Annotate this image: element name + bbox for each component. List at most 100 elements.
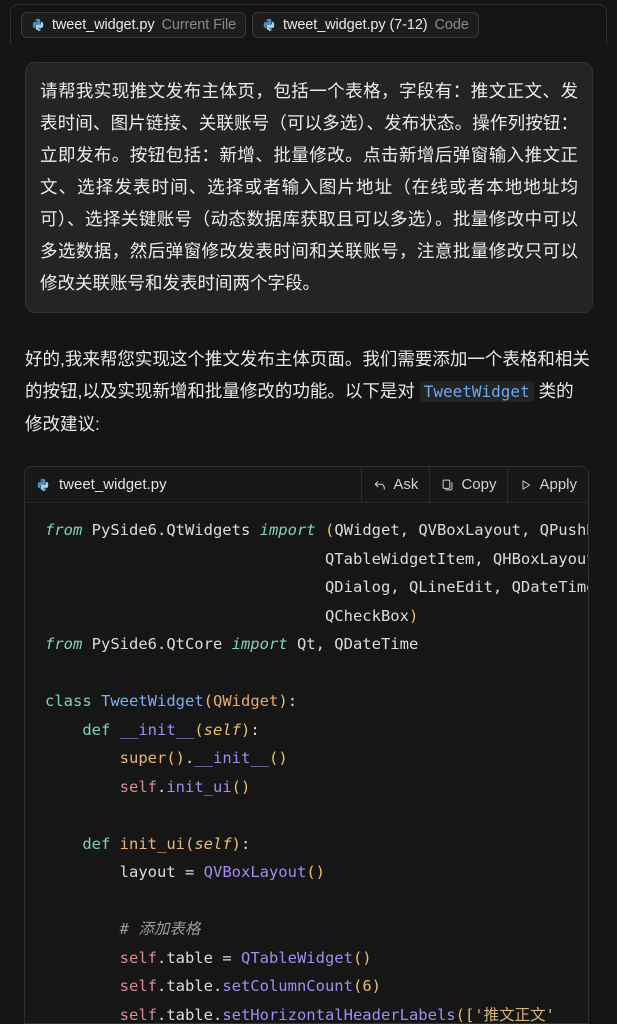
code-token: __init__ [119,720,195,739]
code-token: () [352,948,372,967]
code-token: () [269,749,288,767]
code-line: QCheckBox) [25,602,588,631]
python-file-icon [31,18,45,32]
code-token: init_ui [166,777,232,796]
code-block-card: tweet_widget.py Ask Copy Apply from PySi… [24,466,589,1024]
code-line: QTableWidgetItem, QHBoxLayout, QHeaderVi… [25,545,588,574]
play-triangle-icon [519,478,533,492]
code-line: from PySide6.QtCore import Qt, QDateTime [25,630,588,659]
code-token: . [156,777,167,796]
code-block-body[interactable]: from PySide6.QtWidgets import ( QWidget, … [25,503,588,1023]
code-token: ) [408,606,419,625]
code-token: : [250,720,260,739]
code-token: TweetWidget [101,692,204,710]
apply-button-label: Apply [539,476,577,493]
code-token: ( [352,977,363,995]
inline-code-tweetwidget: TweetWidget [419,381,534,402]
chat-panel: tweet_widget.py Current File tweet_widge… [0,0,617,1024]
arrow-undo-icon [373,478,387,492]
code-block-header: tweet_widget.py Ask Copy Apply [25,467,588,503]
code-line: from PySide6.QtWidgets import (QWidget, … [25,516,588,545]
code-token: = [184,863,204,881]
code-token: __init__ [194,749,269,767]
code-token: ) [241,720,251,739]
code-token: () [306,863,325,881]
code-token: from [45,635,83,653]
code-token: ([ [455,1005,475,1024]
code-token: QDialog, QLineEdit, QDateTimeEdit, QComb… [324,578,588,596]
code-token: = [222,948,241,967]
apply-button[interactable]: Apply [507,467,588,502]
code-token: QTableWidget [240,948,353,967]
user-message-bubble: 请帮我实现推文发布主体页，包括一个表格，字段有：推文正文、发表时间、图片链接、关… [25,62,593,313]
code-token: init_ui [119,834,185,853]
context-chip-name: tweet_widget.py (7-12) [283,16,428,33]
code-token: '推文正文' [474,1005,555,1024]
code-token: . [185,749,195,767]
copy-button[interactable]: Copy [429,467,507,502]
code-token: QWidget, QVBoxLayout, QPushButton, QTabl… [334,521,588,539]
code-token: PySide6.QtWidgets [82,521,260,539]
code-line: # 添加表格 [25,915,588,944]
code-line: self.table.setColumnCount(6) [25,972,588,1001]
assistant-message: 好的,我来帮您实现这个推文发布主体页面。我们需要添加一个表格和相关的按钮,以及实… [25,343,591,440]
code-token: setHorizontalHeaderLabels [222,1005,456,1024]
code-token: : [241,834,251,853]
ask-button-label: Ask [393,476,419,493]
code-token: .table [156,948,223,967]
context-chip-current-file[interactable]: tweet_widget.py Current File [21,11,247,38]
user-message-text: 请帮我实现推文发布主体页，包括一个表格，字段有：推文正文、发表时间、图片链接、关… [40,81,578,293]
context-chips-bar: tweet_widget.py Current File tweet_widge… [10,4,607,44]
code-token: : [287,692,298,710]
code-token: .table. [156,977,223,995]
context-chip-kind: Current File [161,16,237,33]
code-token: import [259,521,316,539]
code-block-filename-group[interactable]: tweet_widget.py [25,467,361,502]
code-token: setColumnCount [222,977,353,995]
copy-button-label: Copy [461,476,497,493]
code-token: QTableWidgetItem, QHBoxLayout, QHeaderVi… [324,549,588,568]
code-token: ( [194,720,204,739]
code-token: def [82,720,111,739]
code-line: self.table.setHorizontalHeaderLabels(['推… [25,1001,588,1024]
code-line: def __init__(self): [25,716,588,745]
code-token: ) [231,834,242,853]
code-line: class TweetWidget(QWidget): [25,687,588,716]
code-line: super().__init__() [25,744,588,773]
context-chip-code-selection[interactable]: tweet_widget.py (7-12) Code [252,11,479,38]
code-token: ( [203,692,214,710]
context-chip-kind: Code [434,16,469,33]
code-token: self [203,720,241,739]
code-token: QCheckBox [45,606,409,625]
code-token: PySide6.QtCore [82,635,232,653]
code-token: () [231,777,251,796]
code-line: self.table = QTableWidget() [25,944,588,973]
code-token: # 添加表格 [119,920,201,938]
code-token: self [194,834,232,853]
code-token: import [231,635,288,653]
code-token: layout [45,863,185,881]
code-token: ( [185,834,195,853]
code-token: self [119,1005,157,1024]
code-token: 6 [362,977,372,995]
python-file-icon [262,18,276,32]
ask-button[interactable]: Ask [361,467,429,502]
code-token: ) [371,977,381,995]
code-token: .table. [156,1005,223,1024]
code-line: layout = QVBoxLayout() [25,858,588,887]
code-token: def [82,834,111,853]
code-token: class [45,692,92,710]
